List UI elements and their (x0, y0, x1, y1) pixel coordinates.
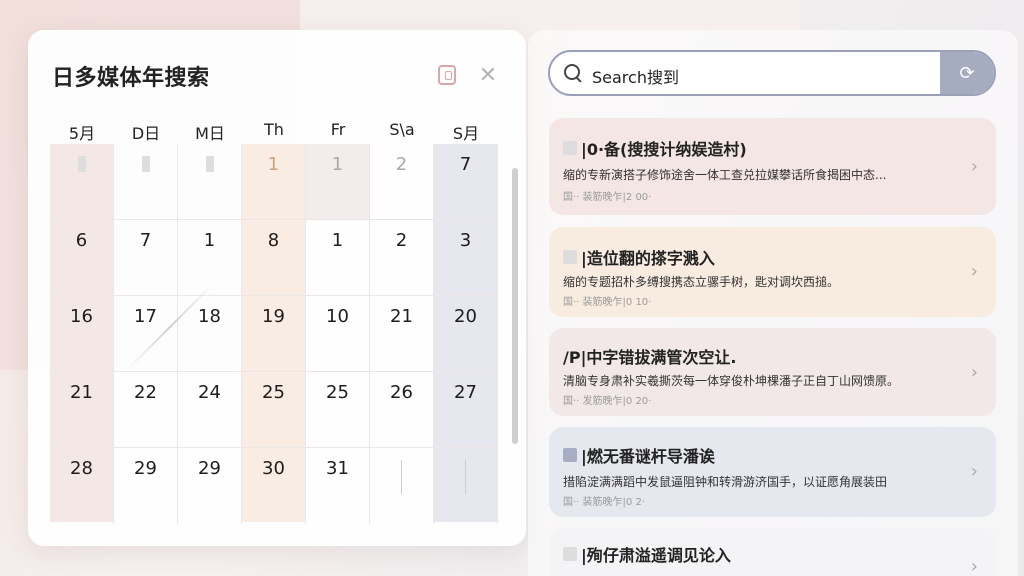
day-cell[interactable]: 26 (370, 372, 434, 448)
result-title: |造位翻的搽字溅入 (563, 245, 715, 269)
close-icon[interactable]: ✕ (477, 63, 499, 88)
day-cell[interactable]: 1 (242, 144, 306, 220)
result-title-text: |殉仔肃溢遥调见论入 (581, 546, 731, 565)
calendar-scrollbar[interactable] (512, 168, 518, 444)
result-square-icon (563, 448, 577, 462)
result-square-icon (563, 250, 577, 264)
calendar-grid: 1 1 2 7 6 7 1 8 1 2 3 16 17 18 19 10 21 … (50, 144, 498, 524)
chevron-right-icon: › (970, 362, 978, 383)
placeholder-line (401, 460, 402, 494)
result-square-icon (563, 141, 577, 155)
result-title: |殉仔肃溢遥调见论入 (563, 542, 731, 566)
day-cell[interactable]: 28 (50, 448, 114, 524)
day-cell[interactable]: 6 (50, 220, 114, 296)
placeholder-line (465, 460, 466, 494)
result-meta: 国·· 装筋晚乍|2 00· (563, 192, 652, 203)
placeholder-bar (141, 156, 150, 172)
result-square-icon (563, 547, 577, 561)
day-cell[interactable]: 21 (50, 372, 114, 448)
weekday-label: S\a (389, 120, 415, 139)
day-cell[interactable]: 8 (242, 220, 306, 296)
weekday-label: Th (264, 120, 284, 139)
result-title: |燃无番谜杆导潘诶 (563, 443, 715, 467)
result-card[interactable]: /P|中字错拔满管次空让. 清脑专身肃补实羲撕茨每一体穿俊朴坤棵潘子正自丁山网馈… (549, 328, 996, 416)
weekday-label: M日 (195, 124, 225, 143)
result-title-text: |燃无番谜杆导潘诶 (581, 447, 715, 466)
refresh-icon: ⟳ (959, 62, 975, 84)
result-meta: 国·· 装筋晚乍|0 10· (563, 297, 652, 308)
refresh-button[interactable]: ⟳ (940, 52, 994, 94)
weekday-label: 5月 (68, 124, 96, 143)
result-card[interactable]: |0·备(搜搜计纳娱造村) 缩的专新演搭子修饰途舍一体工查兑拉媒攀话所食揭困中态… (549, 118, 996, 215)
weekday-label: D日 (131, 124, 161, 143)
result-card[interactable]: |造位翻的搽字溅入 缩的专题招朴多缚搜携态立骡手树，匙对调坎西搥。 国·· 装筋… (549, 227, 996, 317)
day-cell[interactable]: 1 (306, 144, 370, 220)
search-icon (564, 64, 582, 82)
day-cell[interactable]: 7 (434, 144, 498, 220)
day-cell[interactable]: 30 (242, 448, 306, 524)
day-cell[interactable]: 20 (434, 296, 498, 372)
calendar-card: 日多媒体年搜索 ✕ 5月 D日 M日 Th Fr S\a S月 1 1 2 7 … (28, 30, 526, 546)
day-cell[interactable] (114, 144, 178, 220)
result-description: 缩的专题招朴多缚搜携态立骡手树，匙对调坎西搥。 (563, 275, 840, 289)
result-meta: 国·· 装筋晚乍|0 2· (563, 497, 645, 508)
weekday-label: S月 (452, 124, 480, 143)
weekday-header: 5月 D日 M日 Th Fr S\a S月 (50, 120, 498, 144)
placeholder-bar (77, 156, 86, 172)
day-cell[interactable]: 19 (242, 296, 306, 372)
result-description: 缩的专新演搭子修饰途舍一体工查兑拉媒攀话所食揭困中态... (563, 168, 887, 182)
day-cell[interactable]: 17 (114, 296, 178, 372)
result-description: 清脑专身肃补实羲撕茨每一体穿俊朴坤棵潘子正自丁山网馈原。 (563, 374, 900, 388)
background-shape (300, 0, 800, 30)
result-description: 措陷淀满满蹈中发鼠逼阻钟和转滑游济国手，以证愿角展装田 (563, 475, 888, 489)
result-card[interactable]: |殉仔肃溢遥调见论入 › (549, 528, 996, 576)
result-title-text: |造位翻的搽字溅入 (581, 249, 715, 268)
placeholder-bar (205, 156, 214, 172)
weekday-label: Fr (330, 120, 346, 139)
day-cell[interactable]: 2 (370, 220, 434, 296)
day-cell[interactable]: 1 (306, 220, 370, 296)
day-cell[interactable] (434, 448, 498, 524)
result-title-text: /P|中字错拔满管次空让. (563, 348, 737, 367)
day-cell[interactable]: 21 (370, 296, 434, 372)
day-cell[interactable]: 29 (178, 448, 242, 524)
search-bar[interactable]: Search搜到 ⟳ (548, 50, 996, 96)
day-cell[interactable] (178, 144, 242, 220)
result-title: |0·备(搜搜计纳娱造村) (563, 136, 747, 160)
chevron-right-icon: › (970, 556, 978, 576)
day-cell[interactable]: 29 (114, 448, 178, 524)
day-cell[interactable]: 2 (370, 144, 434, 220)
day-cell[interactable]: 16 (50, 296, 114, 372)
result-meta: 国·· 发筋晚乍|0 20· (563, 396, 652, 407)
day-cell[interactable]: 27 (434, 372, 498, 448)
result-title-text: |0·备(搜搜计纳娱造村) (581, 140, 747, 159)
result-card[interactable]: |燃无番谜杆导潘诶 措陷淀满满蹈中发鼠逼阻钟和转滑游济国手，以证愿角展装田 国·… (549, 427, 996, 517)
calendar-title: 日多媒体年搜索 (52, 66, 210, 91)
pin-icon[interactable] (436, 64, 458, 86)
result-title: /P|中字错拔满管次空让. (563, 344, 737, 368)
day-cell[interactable]: 25 (242, 372, 306, 448)
day-cell[interactable] (50, 144, 114, 220)
day-cell[interactable] (370, 448, 434, 524)
chevron-right-icon: › (970, 156, 978, 177)
chevron-right-icon: › (970, 461, 978, 482)
day-cell[interactable]: 7 (114, 220, 178, 296)
day-cell[interactable]: 3 (434, 220, 498, 296)
day-cell[interactable]: 25 (306, 372, 370, 448)
chevron-right-icon: › (970, 261, 978, 282)
search-input[interactable]: Search搜到 (592, 64, 679, 88)
day-cell[interactable]: 31 (306, 448, 370, 524)
day-cell[interactable]: 24 (178, 372, 242, 448)
day-cell[interactable]: 10 (306, 296, 370, 372)
day-cell[interactable]: 22 (114, 372, 178, 448)
